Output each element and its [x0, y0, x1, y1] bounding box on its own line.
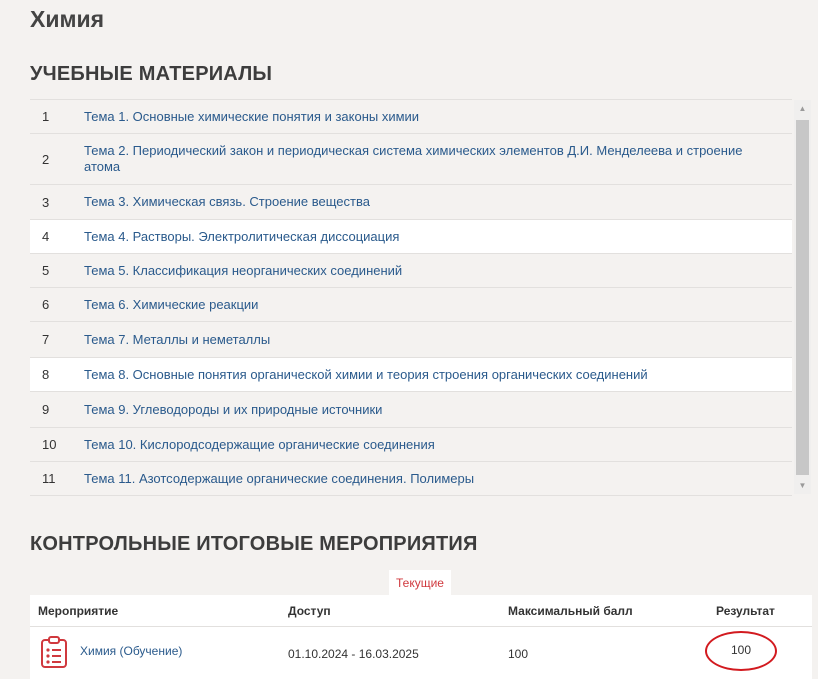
event-link[interactable]: Химия (Обучение) [80, 644, 182, 658]
topic-row[interactable]: 4 Тема 4. Растворы. Электролитическая ди… [30, 220, 792, 254]
topics-scrollbar[interactable]: ▲ ▼ [794, 100, 811, 494]
topic-row[interactable]: 3 Тема 3. Химическая связь. Строение вещ… [30, 185, 792, 220]
topic-number: 10 [42, 437, 57, 452]
topic-row[interactable]: 6 Тема 6. Химические реакции [30, 288, 792, 322]
event-result-value: 100 [730, 643, 752, 657]
topic-number: 4 [42, 229, 50, 244]
page-title: Химия [30, 6, 105, 32]
topic-number: 2 [42, 151, 50, 167]
column-header-result: Результат [716, 604, 775, 618]
topic-row[interactable]: 7 Тема 7. Металлы и неметаллы [30, 322, 792, 358]
topic-link[interactable]: Тема 9. Углеводороды и их природные исто… [84, 402, 402, 418]
event-access-dates: 01.10.2024 - 16.03.2025 [288, 647, 419, 661]
topic-link[interactable]: Тема 1. Основные химические понятия и за… [84, 109, 439, 125]
topic-link[interactable]: Тема 4. Растворы. Электролитическая дисс… [84, 229, 419, 245]
topic-link[interactable]: Тема 6. Химические реакции [84, 297, 278, 313]
scroll-down-arrow-icon[interactable]: ▼ [794, 477, 811, 494]
clipboard-checklist-icon [41, 636, 67, 668]
topic-number: 9 [42, 402, 50, 417]
topic-row[interactable]: 10 Тема 10. Кислородсодержащие органичес… [30, 428, 792, 462]
topic-number: 1 [42, 109, 50, 124]
event-max-score: 100 [508, 647, 529, 661]
events-table-header: Мероприятие Доступ Максимальный балл Рез… [30, 595, 812, 627]
column-header-event: Мероприятие [38, 604, 119, 618]
topic-link[interactable]: Тема 2. Периодический закон и периодичес… [84, 143, 792, 175]
tab-current[interactable]: Текущие [389, 570, 451, 595]
topic-link[interactable]: Тема 3. Химическая связь. Строение вещес… [84, 194, 390, 210]
topic-number: 7 [42, 332, 50, 347]
topic-row[interactable]: 11 Тема 11. Азотсодержащие органические … [30, 462, 792, 496]
events-section-title: КОНТРОЛЬНЫЕ ИТОГОВЫЕ МЕРОПРИЯТИЯ [30, 533, 478, 555]
scrollbar-thumb[interactable] [796, 120, 809, 475]
topic-link[interactable]: Тема 8. Основные понятия органической хи… [84, 367, 668, 383]
topic-row[interactable]: 8 Тема 8. Основные понятия органической … [30, 358, 792, 392]
topic-number: 5 [42, 263, 50, 278]
events-table: Мероприятие Доступ Максимальный балл Рез… [30, 595, 812, 679]
topic-link[interactable]: Тема 10. Кислородсодержащие органические… [84, 437, 455, 453]
table-row: Химия (Обучение) 01.10.2024 - 16.03.2025… [30, 627, 812, 679]
topic-number: 11 [42, 471, 56, 486]
topic-row[interactable]: 2 Тема 2. Периодический закон и периодич… [30, 134, 792, 185]
topic-row[interactable]: 1 Тема 1. Основные химические понятия и … [30, 100, 792, 134]
topic-row[interactable]: 5 Тема 5. Классификация неорганических с… [30, 254, 792, 288]
topics-list: 1 Тема 1. Основные химические понятия и … [30, 99, 792, 496]
event-result: 100 [705, 631, 777, 671]
column-header-max-score: Максимальный балл [508, 604, 633, 618]
scroll-up-arrow-icon[interactable]: ▲ [794, 100, 811, 117]
topic-link[interactable]: Тема 7. Металлы и неметаллы [84, 332, 290, 348]
topic-number: 6 [42, 297, 50, 312]
topic-row[interactable]: 9 Тема 9. Углеводороды и их природные ис… [30, 392, 792, 428]
topic-link[interactable]: Тема 5. Классификация неорганических сое… [84, 263, 422, 279]
topic-number: 3 [42, 194, 50, 210]
topic-number: 8 [42, 367, 50, 382]
materials-section-title: УЧЕБНЫЕ МАТЕРИАЛЫ [30, 63, 273, 85]
column-header-access: Доступ [288, 604, 331, 618]
topic-link[interactable]: Тема 11. Азотсодержащие органические сое… [84, 471, 494, 487]
